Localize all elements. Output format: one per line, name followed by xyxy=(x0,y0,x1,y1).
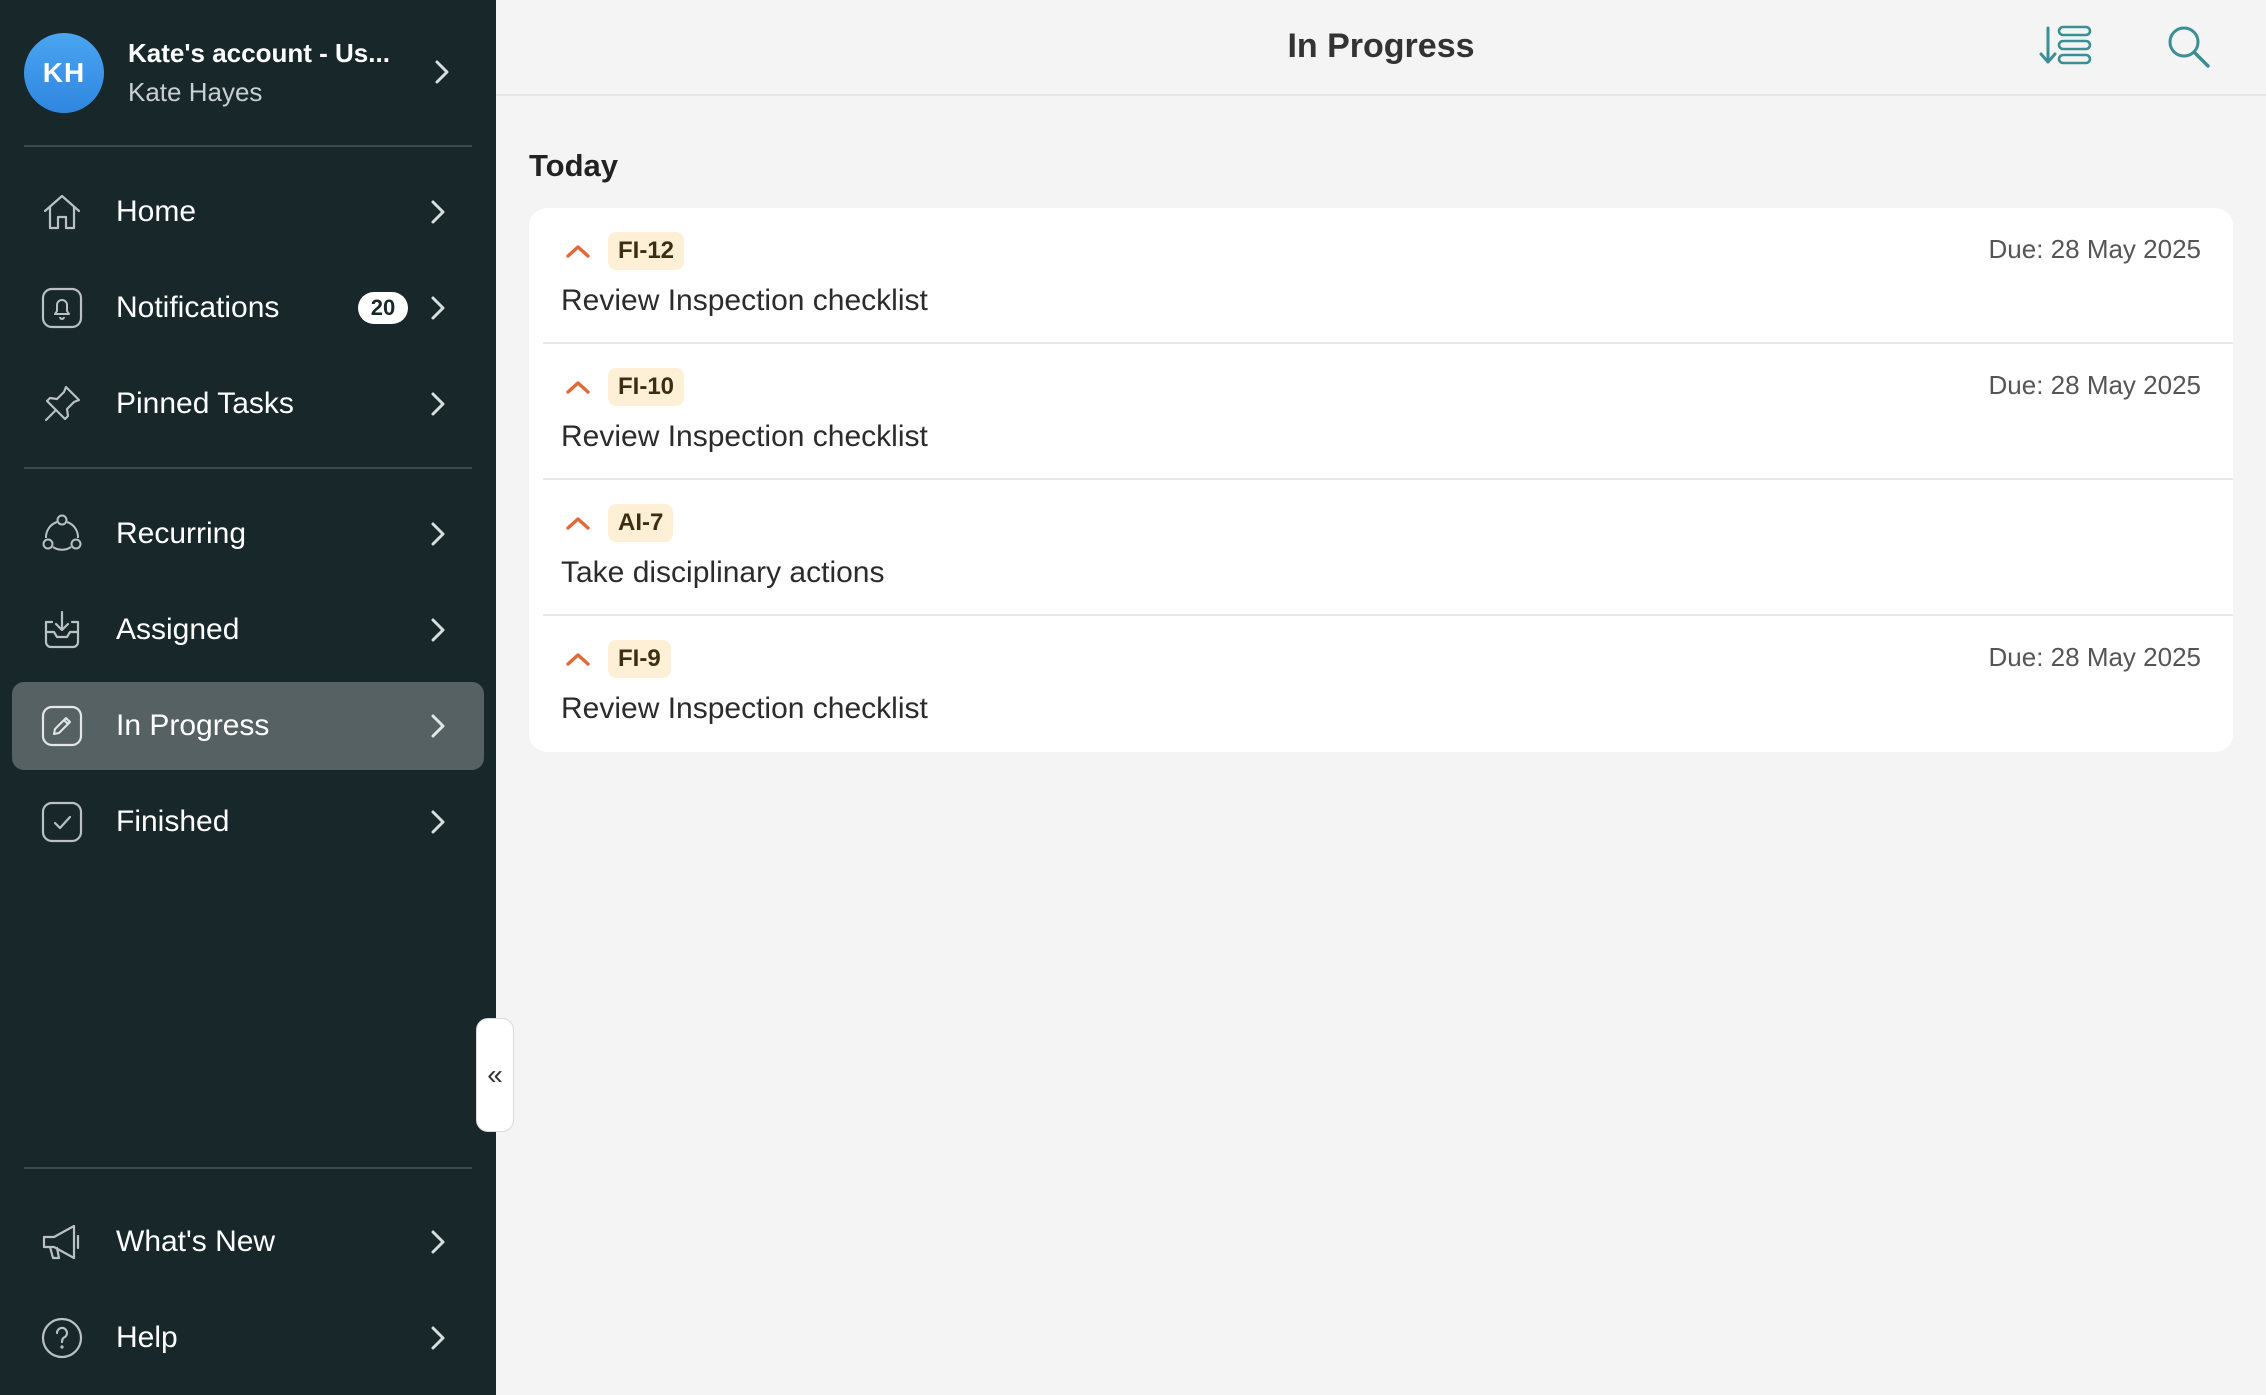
account-text: Kate's account - Us... Kate Hayes xyxy=(128,38,418,108)
task-id-tag: FI-12 xyxy=(608,232,685,270)
task-title: Review Inspection checklist xyxy=(561,420,928,453)
chevron-right-icon xyxy=(428,712,448,740)
task-due-date: Due: 28 May 2025 xyxy=(1988,642,2201,672)
sidebar-item-home[interactable]: Home xyxy=(12,168,484,256)
sort-icon[interactable] xyxy=(2036,22,2096,72)
pin-icon xyxy=(40,382,84,426)
inbox-icon xyxy=(40,608,84,652)
chevron-right-icon xyxy=(428,294,448,322)
help-icon xyxy=(40,1316,84,1360)
app: KH Kate's account - Us... Kate Hayes Hom… xyxy=(0,0,2266,1395)
chevron-right-icon xyxy=(428,1324,448,1352)
task-due-date: Due: 28 May 2025 xyxy=(1988,370,2201,400)
recurring-icon xyxy=(40,512,84,556)
section-title-today: Today xyxy=(529,148,618,183)
sidebar-item-pinned-tasks[interactable]: Pinned Tasks xyxy=(12,360,484,448)
collapse-sidebar-button[interactable]: « xyxy=(476,1018,514,1132)
chevron-right-icon xyxy=(428,520,448,548)
task-due-date: Due: 28 May 2025 xyxy=(1988,234,2201,264)
chevron-right-icon xyxy=(428,198,448,226)
megaphone-icon xyxy=(40,1220,84,1264)
sidebar-item-label: Recurring xyxy=(116,517,247,550)
task-title: Review Inspection checklist xyxy=(561,692,928,725)
chevron-right-icon xyxy=(428,808,448,836)
task-row[interactable]: AI-7 Take disciplinary actions xyxy=(529,480,2233,616)
bell-icon xyxy=(40,286,84,330)
sidebar-item-label: Finished xyxy=(116,805,230,838)
priority-high-icon xyxy=(565,242,591,260)
page-title: In Progress xyxy=(1287,27,1475,65)
main-content: In Progress Today FI-12 Due: 28 May 2025… xyxy=(496,0,2266,1395)
task-row[interactable]: FI-10 Due: 28 May 2025 Review Inspection… xyxy=(529,344,2233,480)
task-row[interactable]: FI-12 Due: 28 May 2025 Review Inspection… xyxy=(529,208,2233,344)
task-title: Take disciplinary actions xyxy=(561,556,885,589)
sidebar-item-label: Pinned Tasks xyxy=(116,387,294,420)
search-icon[interactable] xyxy=(2160,22,2220,72)
priority-high-icon xyxy=(565,514,591,532)
sidebar-item-finished[interactable]: Finished xyxy=(12,778,484,866)
sidebar-item-label: In Progress xyxy=(116,709,270,742)
chevron-right-icon xyxy=(432,58,452,86)
sidebar-item-in-progress[interactable]: In Progress xyxy=(12,682,484,770)
sidebar-item-assigned[interactable]: Assigned xyxy=(12,586,484,674)
chevron-right-icon xyxy=(428,390,448,418)
account-user: Kate Hayes xyxy=(128,77,263,107)
avatar: KH xyxy=(24,33,104,113)
account-switcher[interactable]: KH Kate's account - Us... Kate Hayes xyxy=(0,0,496,146)
sidebar-divider xyxy=(24,467,472,469)
task-id-tag: FI-9 xyxy=(608,640,671,678)
priority-high-icon xyxy=(565,378,591,396)
sidebar: KH Kate's account - Us... Kate Hayes Hom… xyxy=(0,0,496,1395)
sidebar-item-label: Notifications xyxy=(116,291,280,324)
task-id-tag: AI-7 xyxy=(608,504,674,542)
priority-high-icon xyxy=(565,650,591,668)
sidebar-item-label: Help xyxy=(116,1321,178,1354)
sidebar-divider xyxy=(24,1167,472,1169)
sidebar-divider xyxy=(24,145,472,147)
check-icon xyxy=(40,800,84,844)
task-row[interactable]: FI-9 Due: 28 May 2025 Review Inspection … xyxy=(529,616,2233,752)
sidebar-item-label: Home xyxy=(116,195,197,228)
sidebar-item-whats-new[interactable]: What's New xyxy=(12,1198,484,1286)
sidebar-item-label: Assigned xyxy=(116,613,240,646)
sidebar-item-help[interactable]: Help xyxy=(12,1294,484,1382)
sidebar-item-recurring[interactable]: Recurring xyxy=(12,490,484,578)
sidebar-item-notifications[interactable]: Notifications 20 xyxy=(12,264,484,352)
chevron-right-icon xyxy=(428,1228,448,1256)
account-name: Kate's account - Us... xyxy=(128,38,390,68)
edit-icon xyxy=(40,704,84,748)
task-list: FI-12 Due: 28 May 2025 Review Inspection… xyxy=(529,208,2233,752)
notification-count-badge: 20 xyxy=(358,292,408,324)
sidebar-item-label: What's New xyxy=(116,1225,276,1258)
home-icon xyxy=(40,190,84,234)
task-title: Review Inspection checklist xyxy=(561,284,928,317)
chevron-right-icon xyxy=(428,616,448,644)
top-bar: In Progress xyxy=(496,0,2266,96)
task-id-tag: FI-10 xyxy=(608,368,685,406)
